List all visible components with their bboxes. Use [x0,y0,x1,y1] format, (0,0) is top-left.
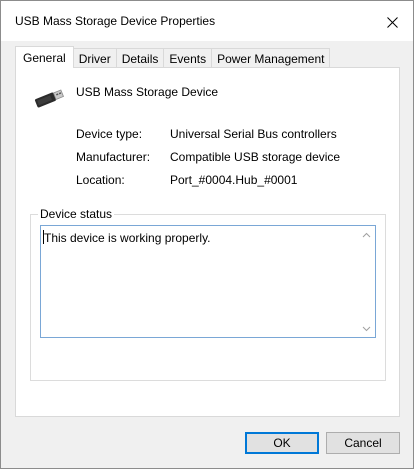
chevron-up-icon [362,232,371,237]
window-title: USB Mass Storage Device Properties [15,14,216,28]
general-tab-panel: USB Mass Storage Device Device type: Uni… [15,67,400,417]
cancel-button[interactable]: Cancel [326,432,400,454]
tab-details[interactable]: Details [115,48,165,68]
tab-events[interactable]: Events [163,48,213,68]
ok-button[interactable]: OK [245,432,319,454]
device-name: USB Mass Storage Device [76,85,219,99]
location-label: Location: [76,173,125,187]
device-status-textbox[interactable]: This device is working properly. [40,225,376,338]
usb-connector-icon [34,89,64,108]
vertical-scrollbar[interactable] [358,226,375,337]
scroll-down-button[interactable] [358,320,375,337]
device-type-value: Universal Serial Bus controllers [170,127,337,141]
close-icon [386,16,398,28]
tab-strip: General Driver Details Events Power Mana… [15,46,331,68]
close-button[interactable] [381,11,403,33]
tab-power-management[interactable]: Power Management [211,48,331,68]
scroll-up-button[interactable] [358,226,375,243]
device-type-label: Device type: [76,127,143,141]
chevron-down-icon [362,326,371,331]
device-status-legend: Device status [38,207,115,221]
title-bar: USB Mass Storage Device Properties [1,1,413,41]
tab-general[interactable]: General [15,46,74,68]
properties-dialog: USB Mass Storage Device Properties Gener… [0,0,414,469]
location-value: Port_#0004.Hub_#0001 [170,173,298,187]
tab-driver[interactable]: Driver [72,48,117,68]
manufacturer-value: Compatible USB storage device [170,150,341,164]
device-status-text: This device is working properly. [44,231,211,245]
manufacturer-label: Manufacturer: [76,150,151,164]
